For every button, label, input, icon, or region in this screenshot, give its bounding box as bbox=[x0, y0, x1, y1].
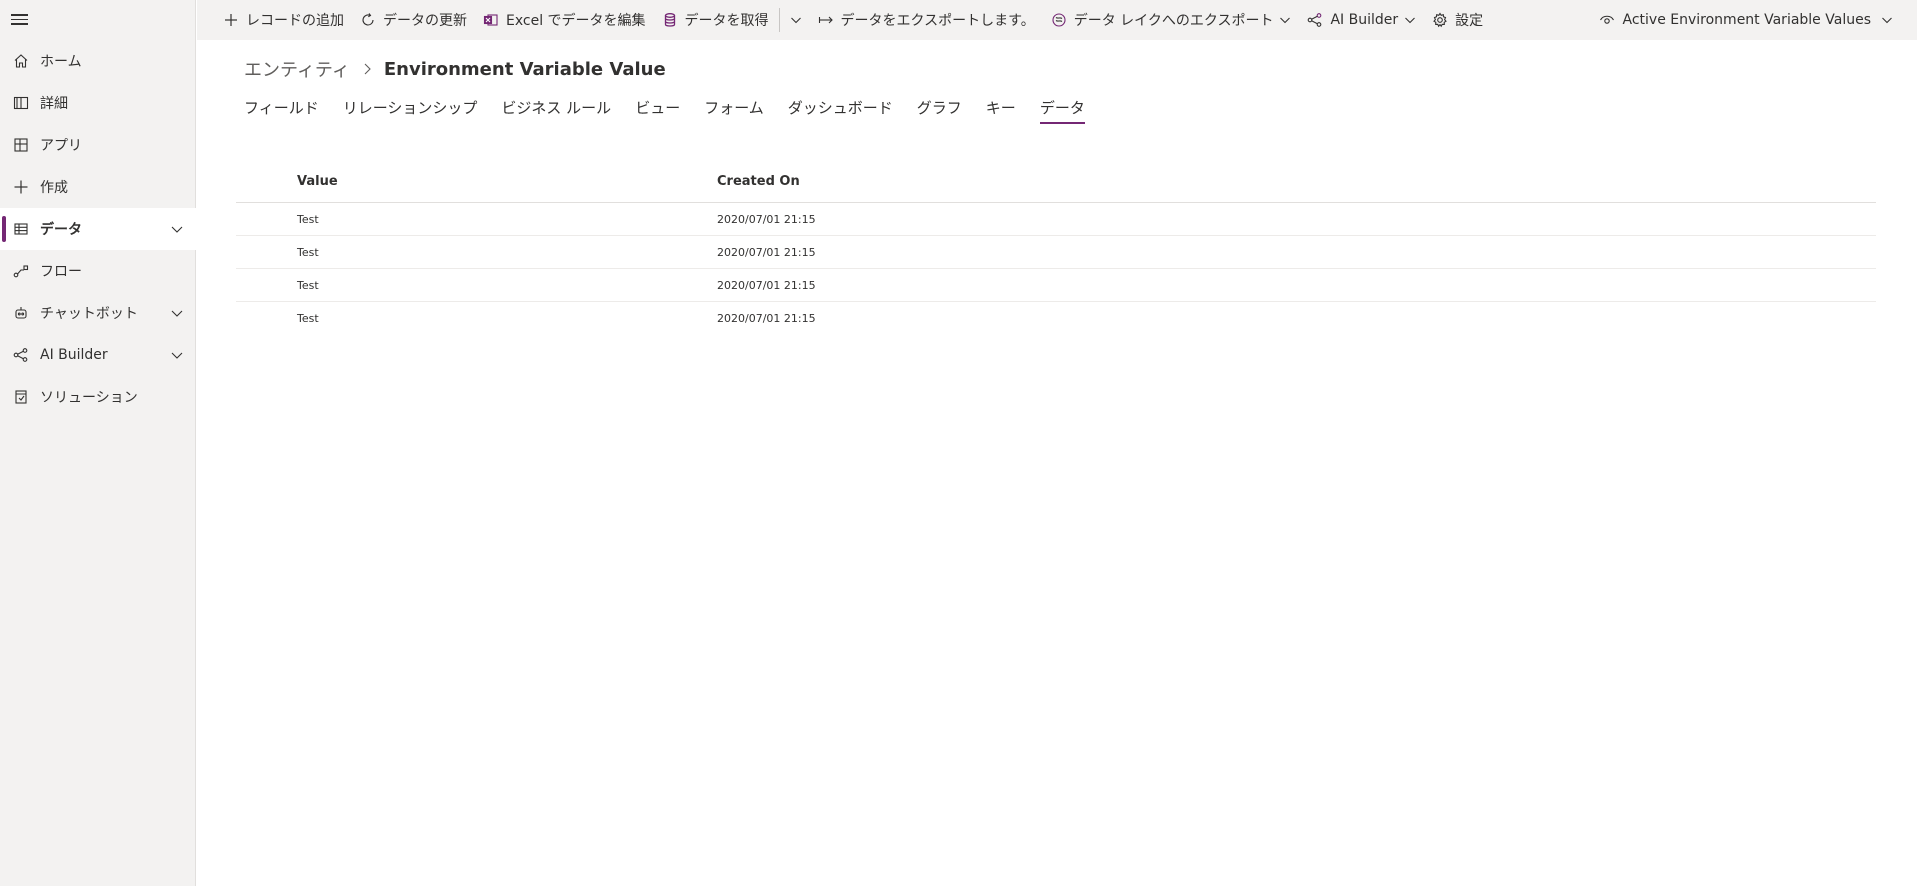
chevron-right-icon bbox=[364, 63, 371, 75]
tab-forms[interactable]: フォーム bbox=[704, 97, 764, 124]
breadcrumb: エンティティ Environment Variable Value bbox=[244, 56, 666, 82]
table-row[interactable]: Test 2020/07/01 21:15 bbox=[236, 302, 1876, 335]
apps-icon bbox=[13, 137, 29, 153]
tab-dashboards[interactable]: ダッシュボード bbox=[788, 97, 893, 124]
tab-data[interactable]: データ bbox=[1039, 97, 1085, 124]
sidebar-item-label: 詳細 bbox=[40, 96, 68, 112]
cell-value: Test bbox=[297, 312, 319, 325]
column-header-value[interactable]: Value bbox=[297, 174, 338, 189]
tab-relationships[interactable]: リレーションシップ bbox=[343, 97, 478, 124]
sidebar-item-create[interactable]: 作成 bbox=[0, 166, 196, 208]
sidebar-item-data[interactable]: データ bbox=[0, 208, 196, 250]
sidebar-item-label: アプリ bbox=[40, 138, 82, 154]
flow-icon bbox=[13, 263, 29, 279]
database-icon bbox=[664, 13, 675, 27]
sidebar-item-label: チャットボット bbox=[40, 306, 138, 322]
tab-fields[interactable]: フィールド bbox=[244, 97, 319, 124]
data-lake-icon bbox=[1052, 13, 1066, 27]
refresh-button[interactable]: データの更新 bbox=[352, 0, 475, 40]
view-selector[interactable]: Active Environment Variable Values bbox=[1599, 0, 1893, 40]
table-icon bbox=[13, 221, 29, 237]
grid-header: Value Created On bbox=[236, 160, 1876, 203]
ai-builder-icon bbox=[1308, 13, 1322, 27]
settings-label: 設定 bbox=[1455, 13, 1484, 29]
add-record-button[interactable]: レコードの追加 bbox=[215, 0, 352, 40]
export-data-label: データをエクスポートします。 bbox=[840, 13, 1035, 29]
sidebar-item-label: AI Builder bbox=[40, 347, 108, 363]
edit-in-excel-label: Excel でデータを編集 bbox=[506, 13, 646, 29]
refresh-label: データの更新 bbox=[383, 13, 467, 29]
tab-keys[interactable]: キー bbox=[986, 97, 1016, 124]
sidebar-item-ai-builder[interactable]: AI Builder bbox=[0, 334, 196, 376]
solution-icon bbox=[13, 389, 29, 405]
plus-icon bbox=[225, 14, 237, 26]
bot-icon bbox=[13, 305, 29, 321]
cell-created-on: 2020/07/01 21:15 bbox=[717, 245, 816, 259]
cell-value: Test bbox=[297, 278, 319, 292]
excel-icon bbox=[483, 14, 498, 26]
refresh-icon bbox=[362, 13, 374, 26]
sidebar-item-label: フロー bbox=[40, 264, 82, 280]
edit-in-excel-button[interactable]: Excel でデータを編集 bbox=[475, 0, 654, 40]
cell-created-on: 2020/07/01 21:15 bbox=[717, 312, 816, 325]
settings-button[interactable]: 設定 bbox=[1424, 0, 1491, 40]
table-row[interactable]: Test 2020/07/01 21:15 bbox=[236, 203, 1876, 236]
cell-value: Test bbox=[297, 245, 319, 259]
page-title: Environment Variable Value bbox=[383, 58, 666, 80]
tab-business-rules[interactable]: ビジネス ルール bbox=[501, 97, 611, 124]
chevron-down-icon[interactable] bbox=[170, 306, 184, 320]
export-to-data-lake-button[interactable]: データ レイクへのエクスポート bbox=[1043, 0, 1300, 40]
data-grid: Value Created On Test 2020/07/01 21:15 T… bbox=[236, 160, 1876, 335]
chevron-down-icon bbox=[1882, 17, 1892, 24]
entity-tabs: フィールド リレーションシップ ビジネス ルール ビュー フォーム ダッシュボー… bbox=[244, 97, 1109, 124]
eye-icon bbox=[1599, 15, 1614, 24]
view-selector-label: Active Environment Variable Values bbox=[1622, 12, 1871, 28]
sidebar-item-solutions[interactable]: ソリューション bbox=[0, 376, 196, 418]
nav-list: ホーム 詳細 アプリ 作成 データ フロー チャットボット AI Builder… bbox=[0, 40, 196, 418]
book-icon bbox=[13, 95, 29, 111]
tab-charts[interactable]: グラフ bbox=[917, 97, 962, 124]
sidebar-item-chatbots[interactable]: チャットボット bbox=[0, 292, 196, 334]
chevron-down-icon[interactable] bbox=[170, 222, 184, 236]
plus-icon bbox=[13, 179, 29, 195]
export-to-data-lake-label: データ レイクへのエクスポート bbox=[1073, 13, 1274, 29]
chevron-down-icon bbox=[1405, 17, 1416, 24]
sidebar-item-flows[interactable]: フロー bbox=[0, 250, 196, 292]
column-header-created-on[interactable]: Created On bbox=[717, 174, 800, 189]
table-row[interactable]: Test 2020/07/01 21:15 bbox=[236, 269, 1876, 302]
chevron-down-icon bbox=[790, 17, 801, 24]
sidebar-item-home[interactable]: ホーム bbox=[0, 40, 196, 82]
cell-created-on: 2020/07/01 21:15 bbox=[717, 278, 816, 292]
gear-icon bbox=[1433, 12, 1447, 28]
add-record-label: レコードの追加 bbox=[246, 13, 344, 29]
cell-value: Test bbox=[297, 212, 319, 226]
command-bar: レコードの追加 データの更新 Excel でデータを編集 データを取得 データを… bbox=[197, 0, 1917, 40]
hamburger-menu-icon[interactable] bbox=[11, 11, 31, 27]
sidebar-item-learn[interactable]: 詳細 bbox=[0, 82, 196, 124]
cell-created-on: 2020/07/01 21:15 bbox=[717, 212, 816, 226]
left-navigation: ホーム 詳細 アプリ 作成 データ フロー チャットボット AI Builder… bbox=[0, 0, 196, 886]
export-data-button[interactable]: データをエクスポートします。 bbox=[810, 0, 1043, 40]
sidebar-item-label: 作成 bbox=[40, 180, 68, 196]
home-icon bbox=[13, 53, 29, 69]
chevron-down-icon[interactable] bbox=[170, 348, 184, 362]
table-row[interactable]: Test 2020/07/01 21:15 bbox=[236, 236, 1876, 269]
get-data-button[interactable]: データを取得 bbox=[654, 0, 777, 40]
divider bbox=[778, 8, 780, 32]
export-arrow-icon bbox=[818, 16, 833, 24]
ai-builder-button[interactable]: AI Builder bbox=[1299, 0, 1424, 40]
sidebar-item-apps[interactable]: アプリ bbox=[0, 124, 196, 166]
sidebar-item-label: ソリューション bbox=[40, 390, 138, 406]
tab-views[interactable]: ビュー bbox=[635, 97, 680, 124]
sidebar-item-label: データ bbox=[40, 222, 82, 238]
get-data-dropdown[interactable] bbox=[782, 0, 810, 40]
ai-builder-icon bbox=[13, 347, 29, 363]
sidebar-item-label: ホーム bbox=[40, 54, 82, 70]
get-data-label: データを取得 bbox=[684, 13, 769, 29]
chevron-down-icon bbox=[1280, 17, 1291, 24]
breadcrumb-entities-link[interactable]: エンティティ bbox=[244, 56, 350, 82]
ai-builder-label: AI Builder bbox=[1330, 12, 1399, 28]
